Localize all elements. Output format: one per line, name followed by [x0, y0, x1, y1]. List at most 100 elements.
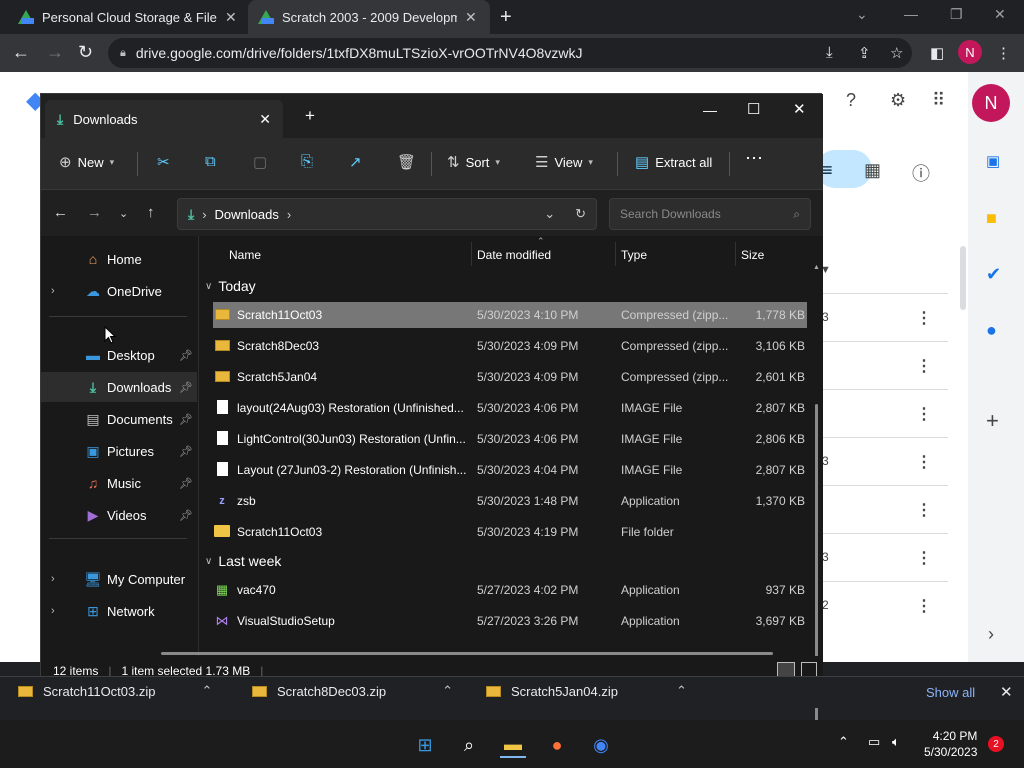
chevron-right-icon[interactable]: › — [51, 573, 65, 585]
file-row[interactable]: z zsb 5/30/2023 1:48 PM Application 1,37… — [213, 488, 807, 514]
new-button[interactable]: ⊕ New ▾ — [59, 153, 114, 171]
file-row[interactable]: ⋈ VisualStudioSetup 5/27/2023 3:26 PM Ap… — [213, 608, 807, 634]
browser-tab[interactable]: Personal Cloud Storage & File Sh ✕ — [8, 0, 248, 34]
copy-button[interactable]: ⧉ — [205, 153, 216, 170]
column-header-size[interactable]: Size — [741, 248, 764, 262]
pin-icon[interactable]: 📌︎ — [179, 381, 193, 394]
menu-kebab-icon[interactable]: ⋮ — [996, 44, 1011, 62]
apps-grid-icon[interactable]: ⠿ — [932, 90, 945, 111]
install-icon[interactable]: ⤓ — [826, 44, 833, 61]
new-tab-button[interactable]: + — [305, 106, 315, 126]
breadcrumb-item[interactable]: Downloads — [215, 207, 279, 222]
file-row[interactable]: layout(24Aug03) Restoration (Unfinished.… — [213, 395, 807, 421]
help-icon[interactable]: ? — [846, 90, 856, 111]
network-status-icon[interactable]: ▭ — [868, 734, 880, 750]
cut-button[interactable]: ✂ — [157, 153, 170, 171]
keep-icon[interactable]: ■ — [986, 208, 997, 229]
pin-icon[interactable]: 📌︎ — [179, 509, 193, 522]
chevron-up-icon[interactable]: ⌃ — [838, 734, 849, 750]
share-icon[interactable]: ⇪ — [858, 44, 871, 62]
close-window-button[interactable]: ✕ — [793, 100, 806, 118]
download-item[interactable]: Scratch8Dec03.zip ⌃ — [252, 683, 453, 699]
row-menu-icon[interactable]: ⋮ — [916, 404, 932, 424]
group-header-today[interactable]: ∨ Today — [205, 278, 256, 294]
sidebar-item-home[interactable]: ⌂ Home — [41, 244, 197, 274]
chevron-down-icon[interactable]: ⌄ — [544, 206, 555, 222]
chevron-up-icon[interactable]: ⌃ — [442, 683, 453, 699]
row-menu-icon[interactable]: ⋮ — [916, 500, 932, 520]
file-row[interactable]: ▦ vac470 5/27/2023 4:02 PM Application 9… — [213, 577, 807, 603]
close-tab-icon[interactable]: ✕ — [465, 9, 477, 26]
file-row[interactable]: Scratch5Jan04 5/30/2023 4:09 PM Compress… — [213, 364, 807, 390]
pin-icon[interactable]: 📌︎ — [179, 477, 193, 490]
column-divider[interactable] — [735, 242, 736, 266]
paste-button[interactable]: ▢ — [253, 153, 267, 171]
extract-all-button[interactable]: ▤ Extract all — [635, 153, 712, 171]
pin-icon[interactable]: 📌︎ — [179, 349, 193, 362]
chevron-up-icon[interactable]: ⌃ — [676, 683, 687, 699]
new-tab-button[interactable]: + — [500, 6, 512, 29]
breadcrumb[interactable]: ⤓ › Downloads › ⌄ ↻ — [177, 198, 597, 230]
forward-arrow-icon[interactable]: → — [46, 42, 64, 63]
system-clock[interactable]: 4:20 PM 5/30/2023 — [924, 728, 977, 760]
row-menu-icon[interactable]: ⋮ — [916, 548, 932, 568]
bookmark-star-icon[interactable]: ☆ — [890, 44, 903, 62]
download-item[interactable]: Scratch5Jan04.zip ⌃ — [486, 683, 687, 699]
column-header-name[interactable]: Name — [229, 248, 261, 262]
sidebar-item-pictures[interactable]: ▣ Pictures 📌︎ — [41, 436, 197, 466]
file-row[interactable]: Layout (27Jun03-2) Restoration (Unfinish… — [213, 457, 807, 483]
up-arrow-icon[interactable]: ↑ — [147, 204, 155, 221]
notification-badge[interactable]: 2 — [988, 736, 1004, 752]
horizontal-scrollbar[interactable] — [161, 652, 773, 655]
settings-gear-icon[interactable]: ⚙ — [890, 90, 906, 111]
file-row[interactable]: Scratch8Dec03 5/30/2023 4:09 PM Compress… — [213, 333, 807, 359]
chevron-right-icon[interactable]: › — [51, 605, 65, 617]
chrome-icon[interactable]: ◉ — [588, 732, 614, 758]
rename-button[interactable]: ⎘ — [301, 153, 313, 170]
tab-search-icon[interactable]: ⌄ — [856, 6, 868, 23]
expand-panel-icon[interactable]: › — [988, 624, 994, 645]
add-addon-icon[interactable]: + — [986, 408, 999, 434]
download-item[interactable]: Scratch11Oct03.zip ⌃ — [18, 683, 212, 699]
row-menu-icon[interactable]: ⋮ — [916, 596, 932, 616]
calendar-icon[interactable]: ▣ — [986, 152, 1000, 170]
refresh-icon[interactable]: ↻ — [575, 206, 586, 222]
drive-account-avatar[interactable]: N — [972, 84, 1010, 122]
sidebar-item-network[interactable]: › ⊞ Network — [41, 596, 197, 626]
sort-button[interactable]: ⇅ Sort ▾ — [447, 153, 500, 171]
sidebar-item-desktop[interactable]: ▬ Desktop 📌︎ — [41, 340, 197, 370]
show-all-link[interactable]: Show all — [926, 685, 975, 700]
group-header-last-week[interactable]: ∨ Last week — [205, 553, 281, 569]
column-header-date[interactable]: Date modified — [477, 248, 551, 262]
row-menu-icon[interactable]: ⋮ — [916, 452, 932, 472]
drive-scrollbar[interactable] — [960, 246, 966, 310]
sidebar-item-onedrive[interactable]: › ☁ OneDrive — [41, 276, 197, 306]
column-divider[interactable] — [615, 242, 616, 266]
chevron-right-icon[interactable]: › — [51, 285, 65, 297]
close-downloads-bar-icon[interactable]: ✕ — [1000, 683, 1013, 701]
scroll-up-icon[interactable]: ▲ — [813, 264, 820, 271]
sidebar-item-downloads[interactable]: ⤓ Downloads 📌︎ — [41, 372, 197, 402]
file-row[interactable]: LightControl(30Jun03) Restoration (Unfin… — [213, 426, 807, 452]
forward-arrow-icon[interactable]: → — [87, 204, 102, 221]
back-arrow-icon[interactable]: ← — [53, 204, 68, 221]
profile-avatar[interactable]: N — [958, 40, 982, 64]
start-button-icon[interactable]: ⊞ — [412, 732, 438, 758]
delete-button[interactable]: 🗑︎ — [397, 153, 416, 171]
side-panel-icon[interactable]: ◧ — [930, 44, 944, 62]
explorer-tab[interactable]: ⤓ Downloads ✕ — [45, 100, 283, 138]
row-menu-icon[interactable]: ⋮ — [916, 308, 932, 328]
file-row[interactable]: Scratch11Oct03 5/30/2023 4:19 PM File fo… — [213, 519, 807, 545]
column-header-type[interactable]: Type — [621, 248, 647, 262]
maximize-button[interactable]: ☐ — [747, 100, 760, 118]
grid-view-icon[interactable]: ▦ — [864, 160, 881, 181]
sidebar-item-videos[interactable]: ▶ Videos 📌︎ — [41, 500, 197, 530]
contacts-icon[interactable]: ● — [986, 320, 997, 341]
close-window-button[interactable]: ✕ — [994, 6, 1006, 23]
sidebar-item-documents[interactable]: ▤ Documents 📌︎ — [41, 404, 197, 434]
minimize-button[interactable]: — — [703, 102, 717, 118]
chevron-up-icon[interactable]: ⌃ — [201, 683, 212, 699]
reload-icon[interactable]: ↻ — [78, 42, 93, 63]
view-button[interactable]: ☰ View ▾ — [535, 153, 593, 171]
tasks-icon[interactable]: ✔ — [986, 264, 1001, 285]
